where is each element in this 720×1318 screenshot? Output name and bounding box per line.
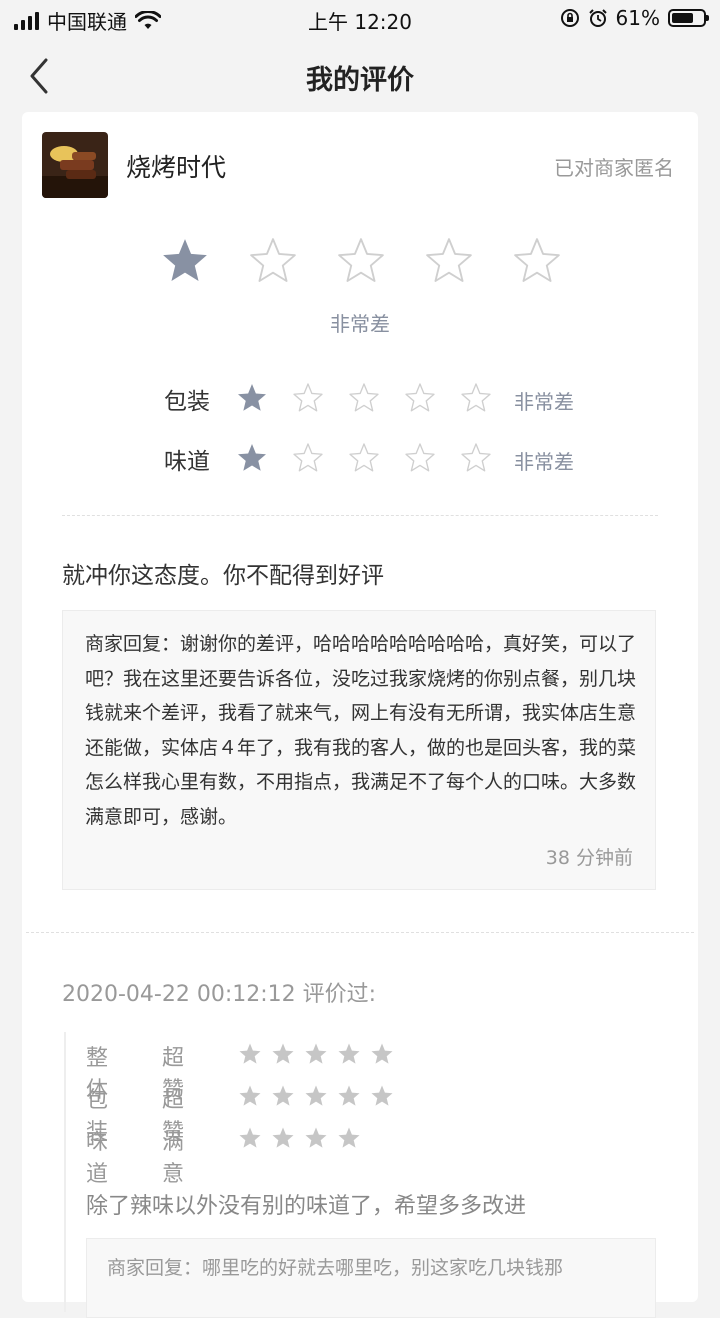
page-title: 我的评价 bbox=[306, 65, 414, 96]
star-filled-icon bbox=[239, 1043, 261, 1064]
reply-timestamp: 38 分钟前 bbox=[545, 847, 633, 869]
sub-rating-stars bbox=[236, 382, 492, 414]
divider bbox=[26, 932, 694, 933]
star-empty-icon bbox=[461, 443, 491, 472]
sub-rating-text: 非常差 bbox=[514, 450, 574, 474]
review-card: 烧烤时代 已对商家匿名 非常差 包装 非常差 味道 非常差 就冲你这态度。你不配… bbox=[22, 112, 698, 1318]
star-empty-icon bbox=[250, 238, 296, 282]
star-filled-icon bbox=[239, 1127, 261, 1148]
history-rating-label: 味道 bbox=[86, 1130, 109, 1187]
status-right: 61% bbox=[560, 6, 709, 30]
star-empty-icon bbox=[293, 383, 323, 412]
sub-rating-label: 味道 bbox=[164, 449, 210, 475]
review-comment: 就冲你这态度。你不配得到好评 bbox=[62, 563, 384, 589]
star-filled-icon bbox=[305, 1127, 327, 1148]
star-empty-icon bbox=[349, 443, 379, 472]
star-empty-icon bbox=[349, 383, 379, 412]
star-empty-icon bbox=[426, 238, 472, 282]
rotation-lock-icon bbox=[560, 9, 579, 27]
history-comment: 除了辣味以外没有别的味道了，希望多多改进 bbox=[86, 1194, 527, 1219]
star-filled-icon bbox=[272, 1085, 294, 1106]
battery-icon bbox=[668, 9, 709, 27]
star-filled-icon bbox=[272, 1043, 294, 1064]
sub-rating-text: 非常差 bbox=[514, 390, 574, 414]
star-empty-icon bbox=[514, 238, 560, 282]
sub-rating-row-taste: 味道 非常差 bbox=[22, 438, 698, 478]
star-filled-icon bbox=[371, 1085, 393, 1106]
sub-rating-row-packaging: 包装 非常差 bbox=[22, 378, 698, 418]
shop-thumbnail[interactable] bbox=[42, 132, 108, 198]
history-rating-stars bbox=[238, 1084, 394, 1108]
history-merchant-reply-text: 商家回复：哪里吃的好就去哪里吃，别这家吃几块钱那 bbox=[107, 1257, 564, 1279]
nav-bar: 我的评价 bbox=[0, 44, 720, 108]
star-empty-icon bbox=[405, 443, 435, 472]
merchant-reply-box: 商家回复：谢谢你的差评，哈哈哈哈哈哈哈哈哈，真好笑，可以了吧？我在这里还要告诉各… bbox=[62, 610, 656, 890]
sub-rating-label: 包装 bbox=[164, 389, 210, 415]
star-filled-icon bbox=[338, 1043, 360, 1064]
overall-rating-stars bbox=[160, 236, 562, 286]
history-rating-stars bbox=[238, 1126, 361, 1150]
sub-rating-stars bbox=[236, 442, 492, 474]
battery-percent: 61% bbox=[615, 6, 660, 30]
star-empty-icon bbox=[405, 383, 435, 412]
star-empty-icon bbox=[293, 443, 323, 472]
merchant-reply-text: 商家回复：谢谢你的差评，哈哈哈哈哈哈哈哈哈，真好笑，可以了吧？我在这里还要告诉各… bbox=[85, 633, 637, 828]
star-filled-icon bbox=[272, 1127, 294, 1148]
star-filled-icon bbox=[238, 384, 266, 411]
overall-rating-label: 非常差 bbox=[330, 312, 390, 336]
star-filled-icon bbox=[338, 1085, 360, 1106]
star-filled-icon bbox=[305, 1085, 327, 1106]
divider bbox=[62, 515, 658, 516]
star-filled-icon bbox=[371, 1043, 393, 1064]
history-rating-level: 满意 bbox=[162, 1130, 185, 1187]
history-header: 2020-04-22 00:12:12 评价过: bbox=[62, 982, 377, 1007]
star-filled-icon bbox=[239, 1085, 261, 1106]
star-filled-icon bbox=[163, 239, 207, 281]
star-empty-icon bbox=[461, 383, 491, 412]
status-bar: 中国联通 上午 12:20 61% bbox=[0, 0, 720, 36]
anonymous-label: 已对商家匿名 bbox=[554, 156, 674, 180]
alarm-icon bbox=[588, 9, 607, 27]
history-timeline-line bbox=[64, 1032, 66, 1312]
shop-name[interactable]: 烧烤时代 bbox=[126, 148, 226, 184]
star-filled-icon bbox=[238, 444, 266, 471]
history-rating-stars bbox=[238, 1042, 394, 1066]
history-merchant-reply-box: 商家回复：哪里吃的好就去哪里吃，别这家吃几块钱那 bbox=[86, 1238, 656, 1318]
star-filled-icon bbox=[305, 1043, 327, 1064]
star-filled-icon bbox=[338, 1127, 360, 1148]
star-empty-icon bbox=[338, 238, 384, 282]
